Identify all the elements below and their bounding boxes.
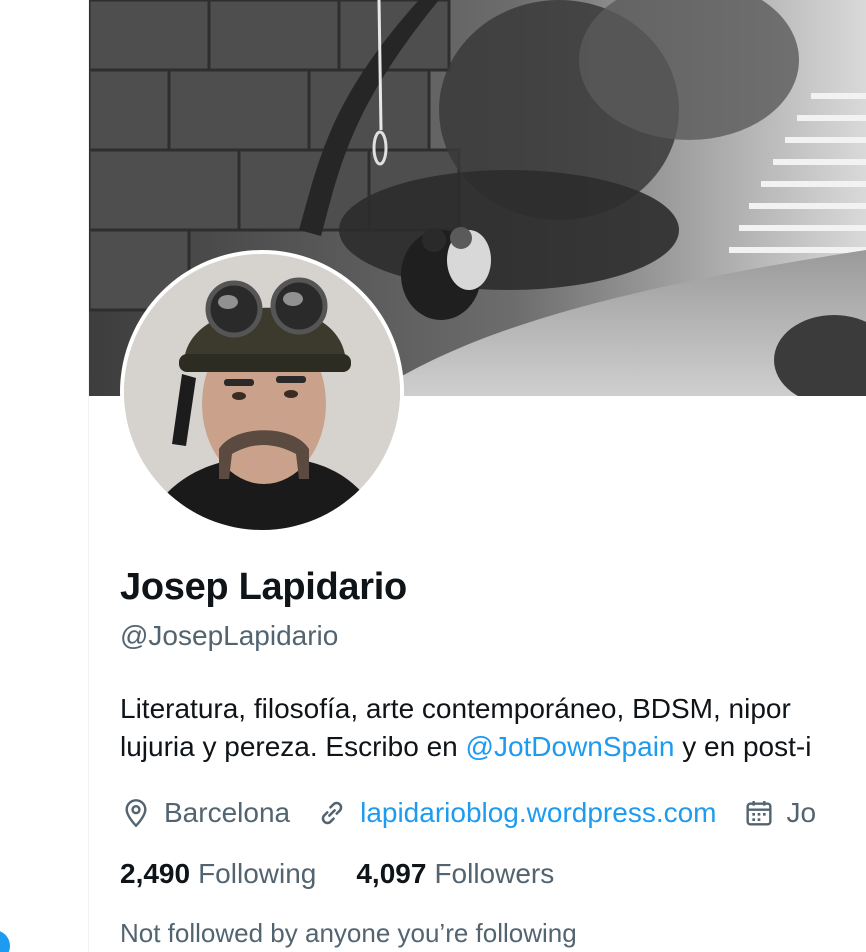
profile-website: lapidarioblog.wordpress.com	[316, 797, 717, 829]
profile-joined: Jo	[743, 797, 817, 829]
left-nav-rail	[0, 0, 89, 952]
followers-stat[interactable]: 4,097 Followers	[356, 858, 554, 890]
joined-text: Jo	[786, 797, 817, 828]
avatar-photo	[124, 254, 400, 530]
bio-line-2: lujuria y pereza. Escribo en @JotDownSpa…	[120, 728, 866, 766]
bio-line-1: Literatura, filosofía, arte contemporáne…	[120, 693, 791, 724]
link-icon	[321, 801, 343, 825]
profile-stats: 2,490 Following 4,097 Followers	[120, 858, 594, 890]
profile-avatar[interactable]	[120, 250, 404, 534]
profile-handle: @JosepLapidario	[120, 620, 339, 651]
followed-by-note: Not followed by anyone you’re following	[120, 918, 577, 948]
map-pin-icon	[125, 799, 147, 828]
following-stat[interactable]: 2,490 Following	[120, 858, 316, 890]
profile-meta-row: Barcelona lapidarioblog.wordpress.com Jo	[120, 793, 842, 833]
bio-line-2-tail: y en post-i	[674, 731, 812, 762]
bio-line-2-text: lujuria y pereza. Escribo en	[120, 731, 466, 762]
profile-display-name: Josep Lapidario	[120, 566, 407, 608]
followers-count: 4,097	[356, 858, 427, 889]
following-label: Following	[198, 858, 317, 889]
location-text: Barcelona	[164, 797, 291, 828]
followers-label: Followers	[434, 858, 555, 889]
calendar-icon	[745, 801, 772, 826]
following-count: 2,490	[120, 858, 191, 889]
compose-fab[interactable]	[0, 930, 10, 952]
profile-bio: Literatura, filosofía, arte contemporáne…	[120, 690, 866, 766]
bio-mention-link[interactable]: @JotDownSpain	[466, 731, 675, 762]
profile-location: Barcelona	[120, 797, 290, 829]
profile-page: Josep Lapidario @JosepLapidario Literatu…	[0, 0, 866, 952]
website-link[interactable]: lapidarioblog.wordpress.com	[360, 797, 716, 829]
